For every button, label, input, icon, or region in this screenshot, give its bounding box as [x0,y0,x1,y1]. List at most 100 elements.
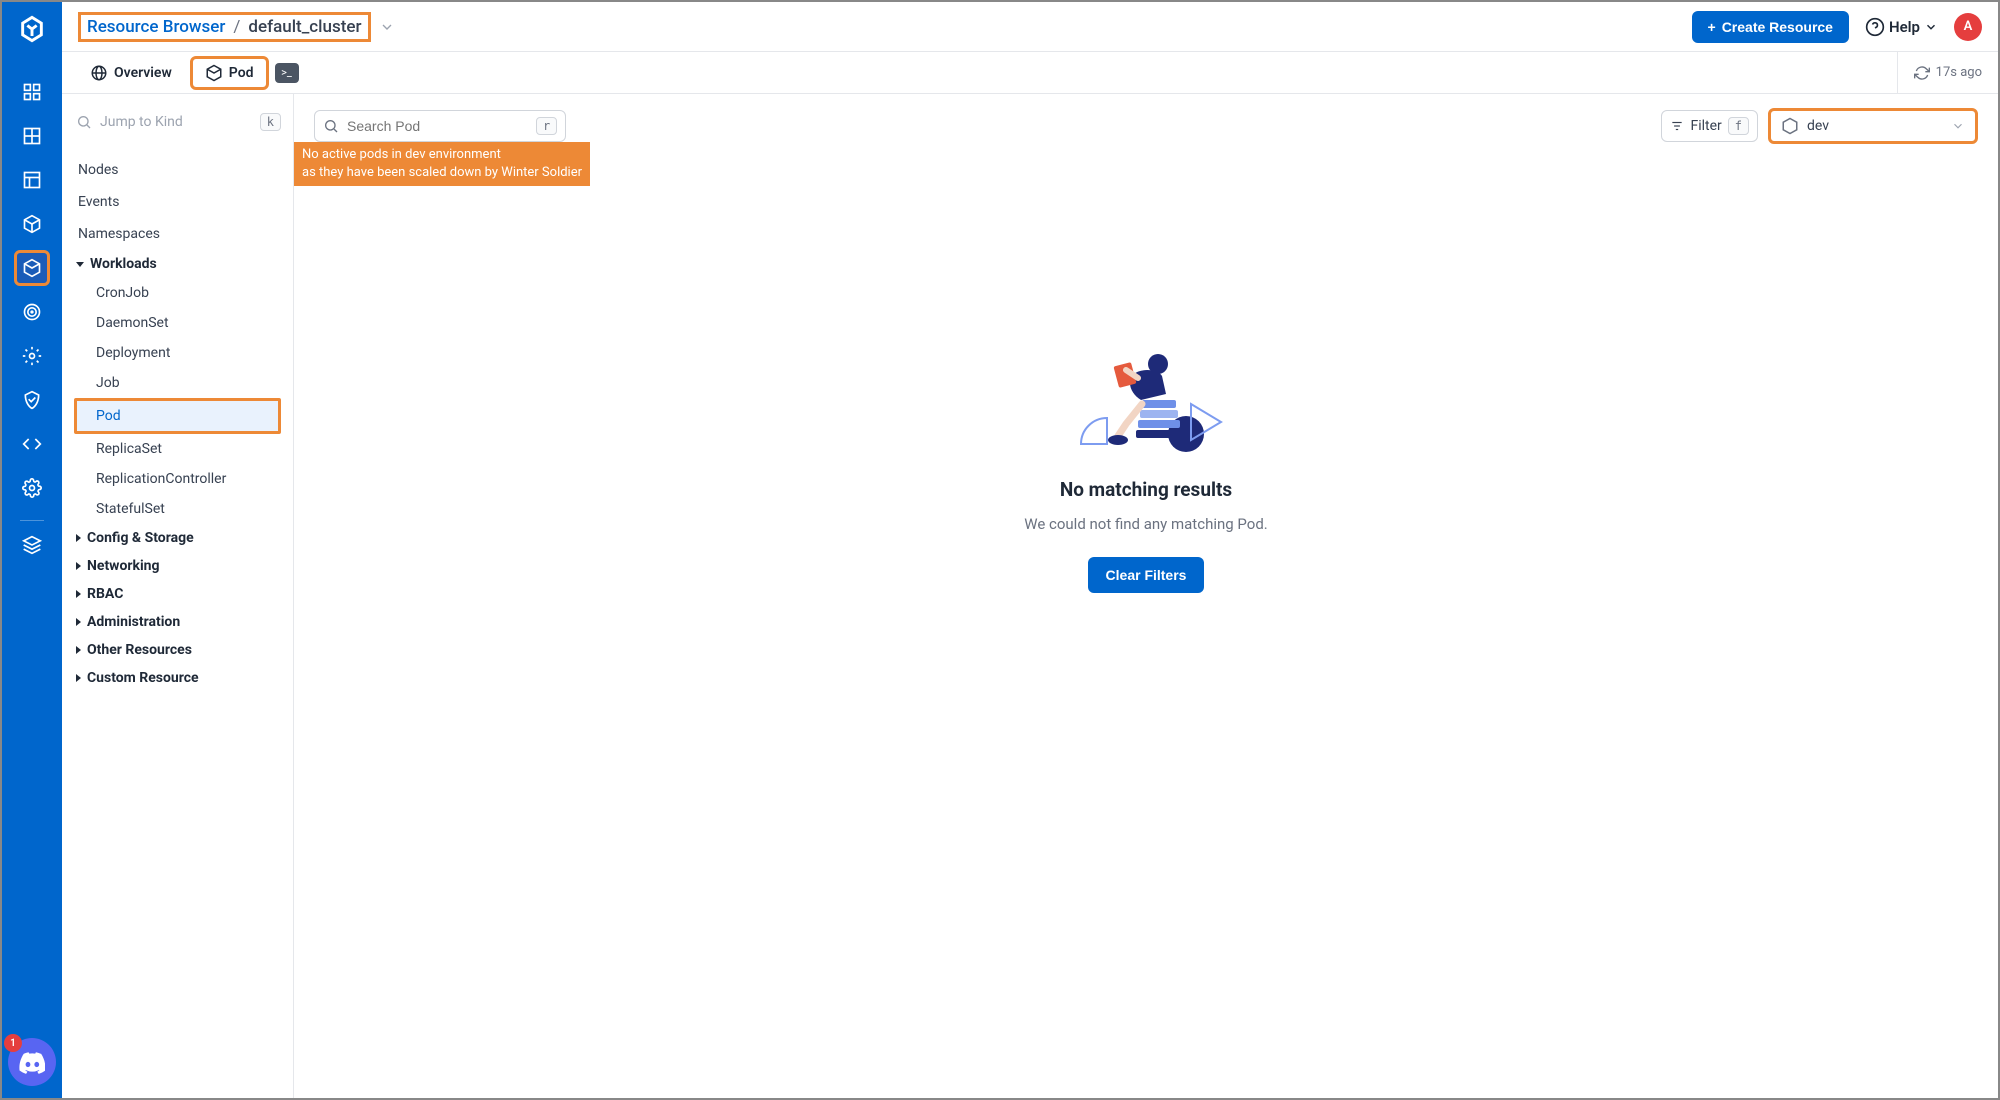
nav-code-icon[interactable] [14,426,50,462]
sidebar-section-admin[interactable]: Administration [74,608,281,636]
sidebar-item-namespaces[interactable]: Namespaces [74,218,281,250]
filter-button[interactable]: Filter f [1661,110,1758,142]
resource-panel: r Filter f dev No active pods [294,94,1998,1098]
refresh-age: 17s ago [1936,65,1982,80]
terminal-button[interactable]: >_ [275,63,299,83]
annotation-line2: as they have been scaled down by Winter … [302,164,582,182]
sidebar-section-networking-label: Networking [87,558,160,574]
discord-button[interactable]: 1 [8,1038,56,1086]
sidebar-section-workloads[interactable]: Workloads [74,250,281,278]
annotation-line1: No active pods in dev environment [302,146,582,164]
nav-apps-icon[interactable] [14,74,50,110]
sidebar-item-job[interactable]: Job [74,368,281,398]
sidebar-section-config[interactable]: Config & Storage [74,524,281,552]
kind-sidebar: Jump to Kind k Nodes Events Namespaces W… [62,94,294,1098]
help-button[interactable]: Help [1865,17,1938,37]
nav-target-icon[interactable] [14,294,50,330]
refresh-status[interactable]: 17s ago [1897,52,1982,93]
tabs-bar: Overview Pod >_ 17s ago [62,52,1998,94]
breadcrumb-root[interactable]: Resource Browser [87,17,225,37]
avatar[interactable]: A [1954,13,1982,41]
cube-icon [205,64,223,82]
empty-title: No matching results [1060,478,1232,501]
nav-cube-icon[interactable] [14,250,50,286]
sidebar-item-pod[interactable]: Pod [74,398,281,434]
caret-down-icon [76,262,84,267]
chevron-down-icon[interactable] [379,19,395,35]
filter-hotkey: f [1728,117,1749,135]
sidebar-item-replicationcontroller[interactable]: ReplicationController [74,464,281,494]
search-icon [323,118,339,134]
nav-package-icon[interactable] [14,206,50,242]
sidebar-item-cronjob[interactable]: CronJob [74,278,281,308]
sidebar-section-rbac-label: RBAC [87,586,123,602]
sidebar-section-other-label: Other Resources [87,642,192,658]
filter-icon [1670,119,1684,133]
plus-icon: + [1708,19,1716,35]
caret-right-icon [76,590,81,598]
tab-pod[interactable]: Pod [190,56,269,90]
nav-rail: 1 [2,2,62,1098]
kind-search-hotkey: k [260,113,281,131]
sidebar-item-daemonset[interactable]: DaemonSet [74,308,281,338]
sidebar-item-replicaset[interactable]: ReplicaSet [74,434,281,464]
hexagon-icon [1781,117,1799,135]
sidebar-section-admin-label: Administration [87,614,180,630]
app-logo-icon[interactable] [17,14,47,44]
nav-layers-icon[interactable] [14,527,50,563]
sidebar-section-rbac[interactable]: RBAC [74,580,281,608]
create-resource-button[interactable]: + Create Resource [1692,11,1849,43]
kind-search-input[interactable]: Jump to Kind [74,110,252,134]
search-pod-field[interactable]: r [314,110,566,142]
create-resource-label: Create Resource [1722,19,1833,35]
discord-badge: 1 [4,1034,22,1052]
chevron-down-icon [1951,119,1965,133]
clear-filters-button[interactable]: Clear Filters [1088,557,1205,593]
chevron-down-icon [1924,20,1938,34]
sidebar-section-workloads-label: Workloads [90,256,157,272]
help-label: Help [1889,18,1920,36]
namespace-value: dev [1807,118,1829,134]
refresh-icon [1914,65,1930,81]
namespace-select[interactable]: dev [1768,108,1978,144]
search-pod-input[interactable] [347,118,528,134]
sidebar-item-deployment[interactable]: Deployment [74,338,281,368]
breadcrumb-current: default_cluster [248,17,361,37]
nav-shield-icon[interactable] [14,382,50,418]
nav-grid-icon[interactable] [14,118,50,154]
nav-layout-icon[interactable] [14,162,50,198]
annotation-callout: No active pods in dev environment as the… [294,142,590,186]
sidebar-section-other[interactable]: Other Resources [74,636,281,664]
help-icon [1865,17,1885,37]
sidebar-item-events[interactable]: Events [74,186,281,218]
empty-illustration [1046,304,1246,464]
empty-state: No matching results We could not find an… [314,144,1978,593]
empty-subtitle: We could not find any matching Pod. [1024,515,1268,533]
tab-overview-label: Overview [114,65,172,81]
search-pod-hotkey: r [536,117,557,135]
sidebar-section-custom-label: Custom Resource [87,670,199,686]
caret-right-icon [76,562,81,570]
terminal-icon: >_ [281,66,292,79]
sidebar-section-networking[interactable]: Networking [74,552,281,580]
nav-gear-icon[interactable] [14,470,50,506]
tab-overview[interactable]: Overview [78,59,184,87]
breadcrumb-separator: / [233,17,240,37]
nav-divider [20,520,44,521]
filter-label: Filter [1690,118,1721,134]
caret-right-icon [76,618,81,626]
kind-search-placeholder: Jump to Kind [100,114,183,130]
sidebar-item-nodes[interactable]: Nodes [74,154,281,186]
page-header: Resource Browser / default_cluster + Cre… [62,2,1998,52]
caret-right-icon [76,646,81,654]
caret-right-icon [76,674,81,682]
tab-pod-label: Pod [229,65,254,81]
sidebar-item-statefulset[interactable]: StatefulSet [74,494,281,524]
nav-settings-icon[interactable] [14,338,50,374]
sidebar-section-custom[interactable]: Custom Resource [74,664,281,692]
breadcrumb: Resource Browser / default_cluster [78,12,371,42]
sidebar-section-config-label: Config & Storage [87,530,194,546]
globe-icon [90,64,108,82]
search-icon [76,114,92,130]
caret-right-icon [76,534,81,542]
